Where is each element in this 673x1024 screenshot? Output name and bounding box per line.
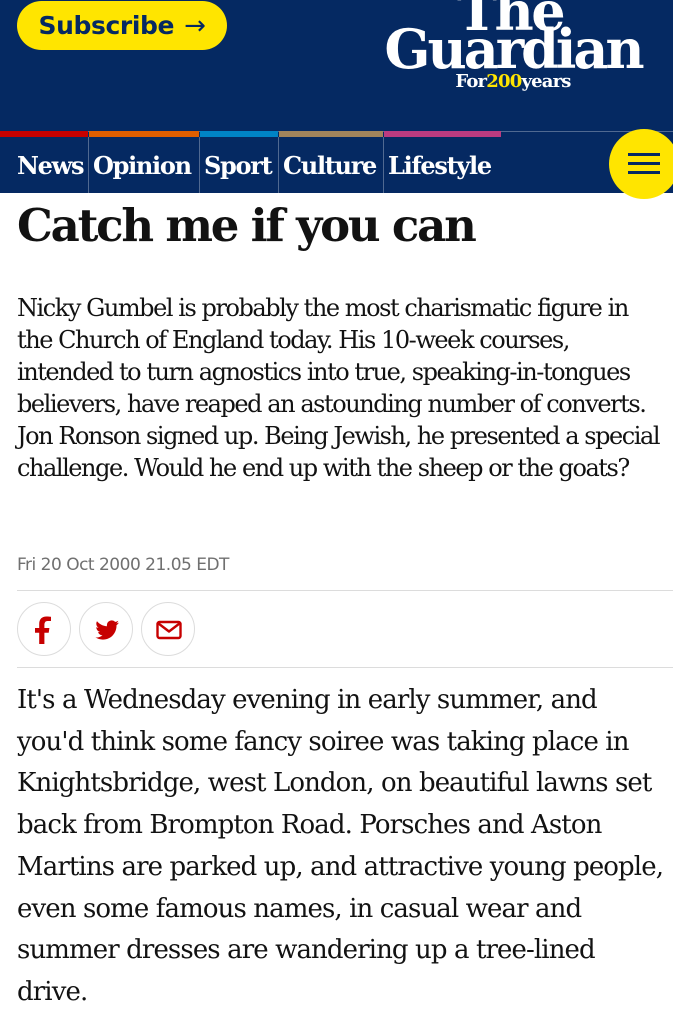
- share-facebook-button[interactable]: [17, 602, 71, 656]
- facebook-icon: [35, 616, 51, 644]
- tagline-suffix: years: [521, 71, 571, 92]
- divider: [17, 667, 673, 668]
- article-dateline[interactable]: Fri 20 Oct 2000 21.05 EDT: [17, 553, 229, 577]
- twitter-icon: [95, 620, 119, 640]
- logo-tagline: For200years: [426, 73, 600, 91]
- nav-item-news[interactable]: News: [0, 137, 89, 193]
- guardian-logo[interactable]: The Guardian For200years: [378, 0, 648, 96]
- article-standfirst: Nicky Gumbel is probably the most charis…: [17, 294, 661, 482]
- article-headline: Catch me if you can: [17, 199, 477, 252]
- email-icon: [156, 620, 182, 640]
- share-email-button[interactable]: [141, 602, 195, 656]
- menu-button[interactable]: [609, 129, 673, 199]
- nav-item-sport[interactable]: Sport: [200, 137, 279, 193]
- article-body-paragraph: It's a Wednesday evening in early summer…: [17, 685, 664, 1007]
- nav-item-opinion[interactable]: Opinion: [89, 137, 200, 193]
- subscribe-label: Subscribe: [38, 11, 175, 40]
- arrow-right-icon: →: [184, 10, 206, 41]
- logo-guardian: Guardian: [384, 17, 644, 81]
- pillar-nav: News Opinion Sport Culture Lifestyle: [0, 137, 502, 193]
- tagline-number: 200: [486, 71, 522, 92]
- subscribe-button[interactable]: Subscribe →: [17, 1, 227, 50]
- divider: [17, 590, 673, 591]
- share-twitter-button[interactable]: [79, 602, 133, 656]
- tagline-prefix: For: [455, 71, 487, 92]
- masthead: Subscribe → The Guardian For200years New…: [0, 0, 673, 199]
- nav-item-culture[interactable]: Culture: [279, 137, 384, 193]
- nav-item-lifestyle[interactable]: Lifestyle: [384, 137, 502, 193]
